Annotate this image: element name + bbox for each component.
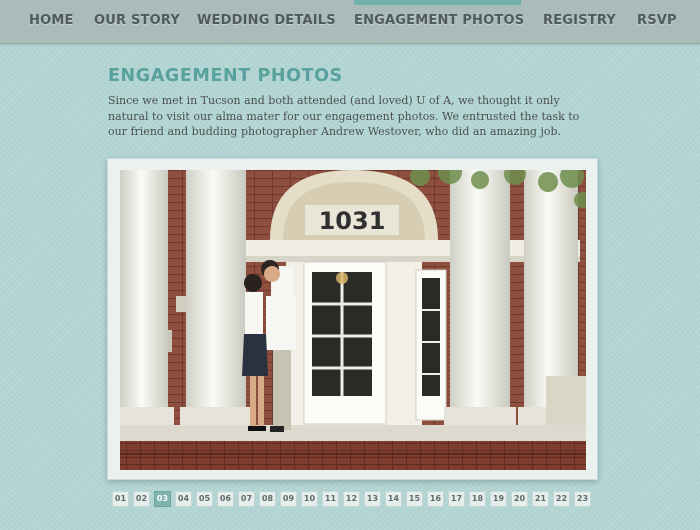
intro-text: Since we met in Tucson and both attended…: [108, 94, 580, 139]
page-09-button[interactable]: 09: [280, 491, 297, 507]
nav-our-story[interactable]: OUR STORY: [94, 13, 180, 28]
page-05-button[interactable]: 05: [196, 491, 213, 507]
page-18-button[interactable]: 18: [469, 491, 486, 507]
nav-registry[interactable]: REGISTRY: [543, 13, 616, 28]
page-12-button[interactable]: 12: [343, 491, 360, 507]
page-07-button[interactable]: 07: [238, 491, 255, 507]
nav-rsvp[interactable]: RSVP: [637, 13, 677, 28]
page-23-button[interactable]: 23: [574, 491, 591, 507]
page-08-button[interactable]: 08: [259, 491, 276, 507]
page-10-button[interactable]: 10: [301, 491, 318, 507]
page-title: ENGAGEMENT PHOTOS: [108, 66, 343, 86]
page-15-button[interactable]: 15: [406, 491, 423, 507]
page-16-button[interactable]: 16: [427, 491, 444, 507]
page-04-button[interactable]: 04: [175, 491, 192, 507]
page-02-button[interactable]: 02: [133, 491, 150, 507]
building-number: 1031: [319, 207, 386, 235]
page-14-button[interactable]: 14: [385, 491, 402, 507]
page-19-button[interactable]: 19: [490, 491, 507, 507]
page-06-button[interactable]: 06: [217, 491, 234, 507]
page-22-button[interactable]: 22: [553, 491, 570, 507]
main-nav: HOME OUR STORY WEDDING DETAILS ENGAGEMEN…: [0, 0, 700, 44]
nav-wedding-details[interactable]: WEDDING DETAILS: [197, 13, 336, 28]
engagement-photo[interactable]: 1031: [120, 170, 586, 470]
page-01-button[interactable]: 01: [112, 491, 129, 507]
nav-home[interactable]: HOME: [29, 13, 74, 28]
page-17-button[interactable]: 17: [448, 491, 465, 507]
photo-frame: 1031: [107, 158, 598, 480]
nav-engagement-photos[interactable]: ENGAGEMENT PHOTOS: [354, 13, 524, 28]
nav-active-indicator: [354, 0, 521, 5]
page-03-button[interactable]: 03: [154, 491, 171, 507]
page-21-button[interactable]: 21: [532, 491, 549, 507]
page-20-button[interactable]: 20: [511, 491, 528, 507]
page-11-button[interactable]: 11: [322, 491, 339, 507]
page-13-button[interactable]: 13: [364, 491, 381, 507]
